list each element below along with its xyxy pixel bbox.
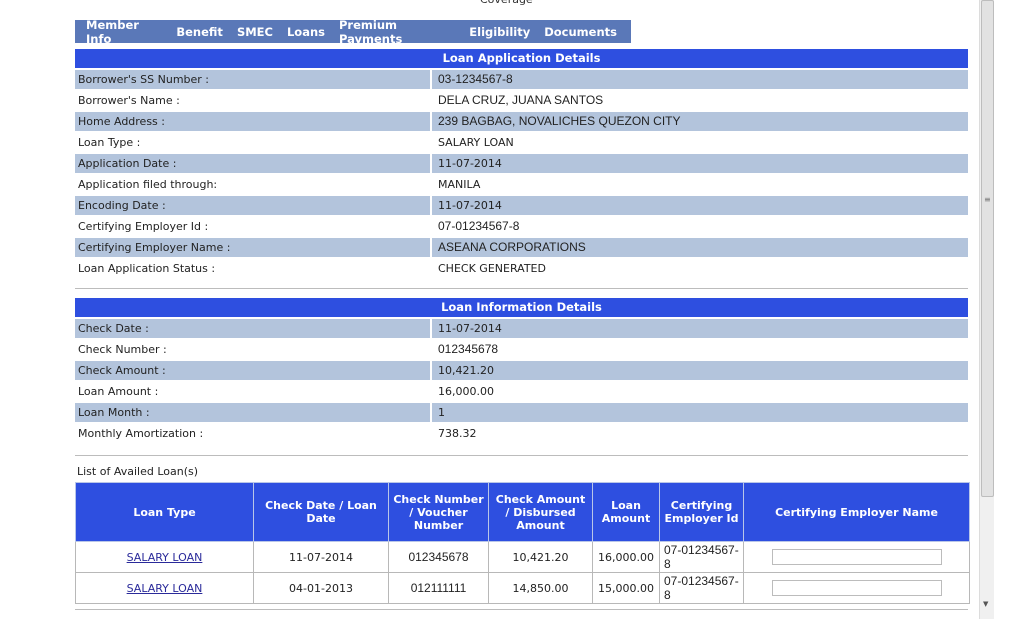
detail-value: 07-01234567-8	[438, 219, 520, 233]
detail-row: Check Date :11-07-2014	[75, 319, 968, 338]
detail-value: 11-07-2014	[432, 319, 968, 338]
table-row: SALARY LOAN 11-07-2014 012345678 10,421.…	[75, 541, 970, 573]
detail-row: Application filed through: MANILA	[75, 175, 968, 194]
detail-value: 11-07-2014	[432, 154, 968, 173]
detail-value: MANILA	[438, 178, 481, 191]
detail-label: Check Number :	[78, 343, 167, 356]
col-check-amount: Check Amount / Disbursed Amount	[488, 482, 593, 542]
top-cut-text: Coverage	[480, 0, 533, 6]
detail-row: Monthly Amortization : 738.32	[75, 424, 968, 443]
detail-value: CHECK GENERATED	[438, 262, 546, 275]
detail-value: 10,421.20	[432, 361, 968, 380]
loan-type-link[interactable]: SALARY LOAN	[127, 582, 203, 595]
detail-row: Encoding Date :11-07-2014	[75, 196, 968, 215]
detail-row: Borrower's SS Number :03-1234567-8	[75, 70, 968, 89]
detail-value: 239 BAGBAG, NOVALICHES QUEZON CITY	[432, 112, 968, 131]
detail-value: 1	[432, 403, 968, 422]
col-employer-id: Certifying Employer Id	[659, 482, 744, 542]
detail-value: 11-07-2014	[432, 196, 968, 215]
detail-row: Home Address :239 BAGBAG, NOVALICHES QUE…	[75, 112, 968, 131]
detail-label: Monthly Amortization :	[78, 427, 204, 440]
nav-premium-payments[interactable]: Premium Payments	[339, 18, 455, 46]
table-row: SALARY LOAN 04-01-2013 012111111 14,850.…	[75, 572, 970, 604]
cell-date: 11-07-2014	[253, 541, 389, 573]
detail-row: Application Date :11-07-2014	[75, 154, 968, 173]
detail-label: Application filed through:	[78, 178, 218, 191]
nav-loans[interactable]: Loans	[287, 25, 325, 39]
availed-loans-table: Loan Type Check Date / Loan Date Check N…	[75, 482, 970, 604]
divider	[75, 609, 968, 610]
detail-value: SALARY LOAN	[438, 136, 514, 149]
divider	[75, 288, 968, 289]
detail-label: Certifying Employer Id :	[78, 220, 209, 233]
detail-row: Loan Month :1	[75, 403, 968, 422]
employer-name-input[interactable]	[771, 549, 942, 565]
detail-row: Check Amount :10,421.20	[75, 361, 968, 380]
cell-check-amount: 10,421.20	[488, 541, 593, 573]
nav-member-info[interactable]: Member Info	[86, 18, 162, 46]
grip-icon: ≡	[984, 195, 991, 204]
nav-documents[interactable]: Documents	[544, 25, 617, 39]
section-title: Loan Information Details	[75, 298, 968, 317]
scrollbar-thumb[interactable]: ≡	[981, 0, 994, 497]
detail-label: Loan Application Status :	[78, 262, 216, 275]
detail-label: Encoding Date :	[75, 196, 430, 215]
col-check-number: Check Number / Voucher Number	[388, 482, 489, 542]
detail-value: DELA CRUZ, JUANA SANTOS	[438, 93, 604, 107]
vertical-scrollbar[interactable]: ≡ ▼	[979, 0, 994, 619]
detail-row: Certifying Employer Id : 07-01234567-8	[75, 217, 968, 236]
scroll-down-arrow-icon[interactable]: ▼	[983, 600, 988, 608]
detail-row: Loan Type : SALARY LOAN	[75, 133, 968, 152]
detail-value: 012345678	[438, 342, 499, 356]
detail-label: Loan Amount :	[78, 385, 159, 398]
detail-label: Borrower's SS Number :	[75, 70, 430, 89]
loan-application-details: Loan Application Details Borrower's SS N…	[75, 49, 968, 278]
cell-loan-amount: 16,000.00	[592, 541, 660, 573]
col-loan-amount: Loan Amount	[592, 482, 660, 542]
detail-value: 738.32	[438, 427, 477, 440]
table-header-row: Loan Type Check Date / Loan Date Check N…	[75, 482, 970, 542]
detail-row: Loan Application Status : CHECK GENERATED	[75, 259, 968, 278]
cell-employer-id: 07-01234567-8	[659, 541, 744, 573]
section-title: Loan Application Details	[75, 49, 968, 68]
cell-check-amount: 14,850.00	[488, 572, 593, 604]
detail-row: Check Number : 012345678	[75, 340, 968, 359]
detail-row: Loan Amount : 16,000.00	[75, 382, 968, 401]
availed-loans-title: List of Availed Loan(s)	[77, 465, 199, 478]
col-check-date: Check Date / Loan Date	[253, 482, 389, 542]
col-employer-name: Certifying Employer Name	[743, 482, 970, 542]
detail-label: Check Date :	[75, 319, 430, 338]
col-loan-type: Loan Type	[75, 482, 254, 542]
detail-value: ASEANA CORPORATIONS	[432, 238, 968, 257]
detail-label: Home Address :	[75, 112, 430, 131]
detail-row: Certifying Employer Name : ASEANA CORPORA…	[75, 238, 968, 257]
detail-label: Loan Month :	[75, 403, 430, 422]
nav-bar: Member Info Benefit SMEC Loans Premium P…	[75, 18, 631, 46]
detail-label: Certifying Employer Name :	[75, 238, 430, 257]
divider	[75, 455, 968, 456]
employer-name-input[interactable]	[771, 580, 942, 596]
cell-check-number: 012345678	[388, 541, 489, 573]
detail-label: Application Date :	[75, 154, 430, 173]
detail-label: Borrower's Name :	[78, 94, 180, 107]
detail-label: Loan Type :	[78, 136, 141, 149]
detail-value: 03-1234567-8	[432, 70, 968, 89]
detail-value: 16,000.00	[438, 385, 494, 398]
cell-loan-amount: 15,000.00	[592, 572, 660, 604]
cell-date: 04-01-2013	[253, 572, 389, 604]
nav-eligibility[interactable]: Eligibility	[469, 25, 530, 39]
loan-type-link[interactable]: SALARY LOAN	[127, 551, 203, 564]
detail-label: Check Amount :	[75, 361, 430, 380]
detail-row: Borrower's Name : DELA CRUZ, JUANA SANTOS	[75, 91, 968, 110]
cell-employer-id: 07-01234567-8	[659, 572, 744, 604]
loan-information-details: Loan Information Details Check Date :11-…	[75, 298, 968, 443]
cell-check-number: 012111111	[388, 572, 489, 604]
nav-benefit[interactable]: Benefit	[176, 25, 223, 39]
nav-smec[interactable]: SMEC	[237, 25, 273, 39]
